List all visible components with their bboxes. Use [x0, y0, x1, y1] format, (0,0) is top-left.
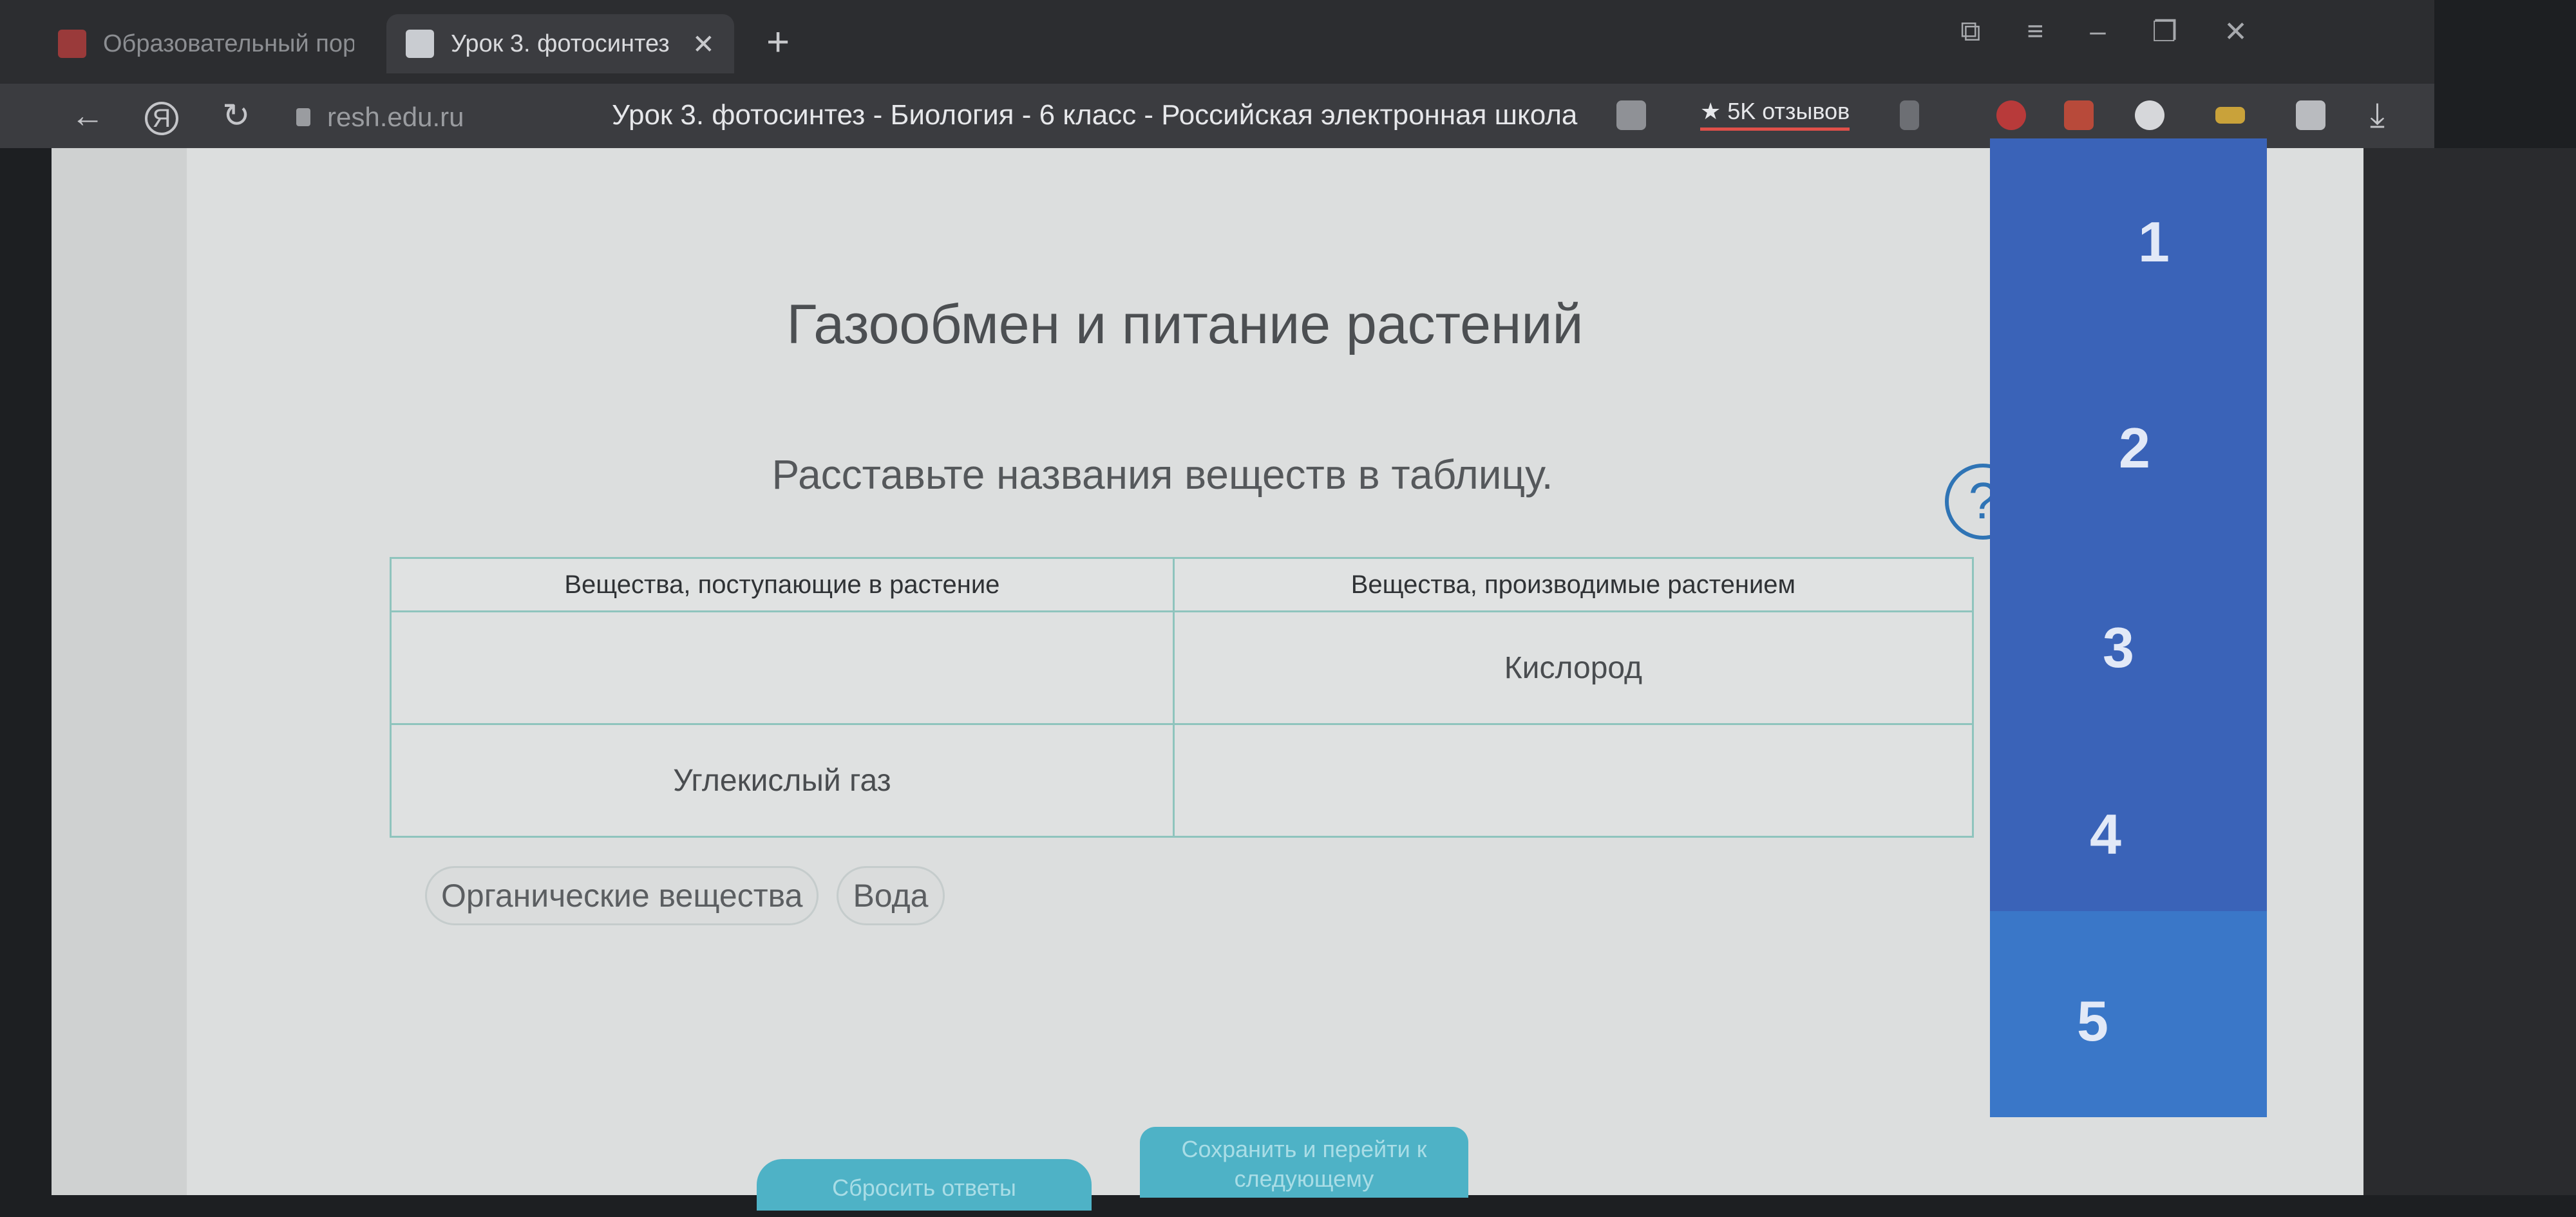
save-and-next-button[interactable]: Сохранить и перейти к следующему: [1140, 1127, 1468, 1198]
notes-icon[interactable]: [2296, 100, 2325, 130]
bookmark-icon[interactable]: [1900, 100, 1919, 130]
table-row: Кислород: [390, 610, 1975, 725]
steps-panel: 1 2 3 4 5: [1990, 138, 2267, 1117]
tab-label: Урок 3. фотосинтез - Б: [451, 30, 676, 57]
step-2[interactable]: 2: [2119, 415, 2150, 481]
screen-bezel-right: [2363, 148, 2576, 1195]
tab-bar: Образовательный порта Урок 3. фотосинтез…: [0, 0, 2434, 84]
chip-organic-substances[interactable]: Органические вещества: [425, 866, 819, 925]
drop-cell[interactable]: Углекислый газ: [390, 723, 1175, 838]
cart-icon[interactable]: [2064, 100, 2094, 130]
shield-icon[interactable]: [1996, 100, 2026, 130]
tab-lesson[interactable]: Урок 3. фотосинтез - Б ✕: [386, 14, 734, 73]
reset-answers-button[interactable]: Сбросить ответы: [757, 1159, 1092, 1211]
drop-cell[interactable]: [1172, 723, 1975, 838]
lesson-favicon-icon: [406, 30, 434, 58]
table-row: Углекислый газ: [390, 723, 1975, 838]
page-title-in-bar: Урок 3. фотосинтез - Биология - 6 класс …: [612, 99, 1578, 131]
menu-icon[interactable]: ≡: [2027, 15, 2044, 48]
translate-icon[interactable]: [1616, 100, 1646, 130]
chip-water[interactable]: Вода: [837, 866, 945, 925]
battery-icon[interactable]: [2215, 107, 2245, 124]
step-4[interactable]: 4: [2090, 802, 2121, 867]
restore-icon[interactable]: ❐: [2152, 15, 2177, 48]
url-text: resh.edu.ru: [327, 102, 464, 132]
window-controls: ⧉ ≡ – ❐ ✕: [1960, 15, 2248, 48]
url-field[interactable]: resh.edu.ru: [296, 102, 464, 133]
tab-portal[interactable]: Образовательный порта: [39, 14, 374, 73]
sorting-table: Вещества, поступающие в растение Веществ…: [390, 557, 1975, 838]
table-header-row: Вещества, поступающие в растение Веществ…: [390, 557, 1975, 612]
step-5[interactable]: 5: [2077, 988, 2108, 1054]
yandex-icon[interactable]: Я: [145, 102, 178, 135]
reviews-badge[interactable]: ★ 5K отзывов: [1700, 98, 1850, 131]
task-instruction: Расставьте названия веществ в таблицу.: [772, 451, 1553, 498]
collections-icon[interactable]: ⧉: [1960, 15, 1980, 48]
answer-chips: Органические вещества Вода: [425, 866, 945, 925]
step-1[interactable]: 1: [2138, 209, 2170, 275]
lock-icon: [296, 108, 310, 126]
column-header-produced: Вещества, производимые растением: [1172, 557, 1975, 612]
close-window-icon[interactable]: ✕: [2224, 15, 2248, 48]
steps-panel-bottom: [1990, 911, 2267, 1117]
drop-cell[interactable]: Кислород: [1172, 610, 1975, 725]
step-3[interactable]: 3: [2103, 615, 2134, 681]
download-icon[interactable]: ⤓: [2370, 99, 2400, 132]
portal-favicon-icon: [58, 30, 86, 58]
column-header-incoming: Вещества, поступающие в растение: [390, 557, 1175, 612]
reload-icon[interactable]: ↻: [222, 97, 251, 135]
drop-icon[interactable]: [2135, 100, 2164, 130]
plus-icon[interactable]: +: [766, 23, 790, 62]
close-icon[interactable]: ✕: [692, 28, 715, 60]
tab-label: Образовательный порта: [103, 30, 354, 57]
left-gutter: [52, 148, 187, 1195]
minimize-icon[interactable]: –: [2090, 15, 2105, 48]
drop-cell[interactable]: [390, 610, 1175, 725]
back-icon[interactable]: ←: [71, 97, 104, 135]
lesson-title: Газообмен и питание растений: [786, 294, 1584, 355]
